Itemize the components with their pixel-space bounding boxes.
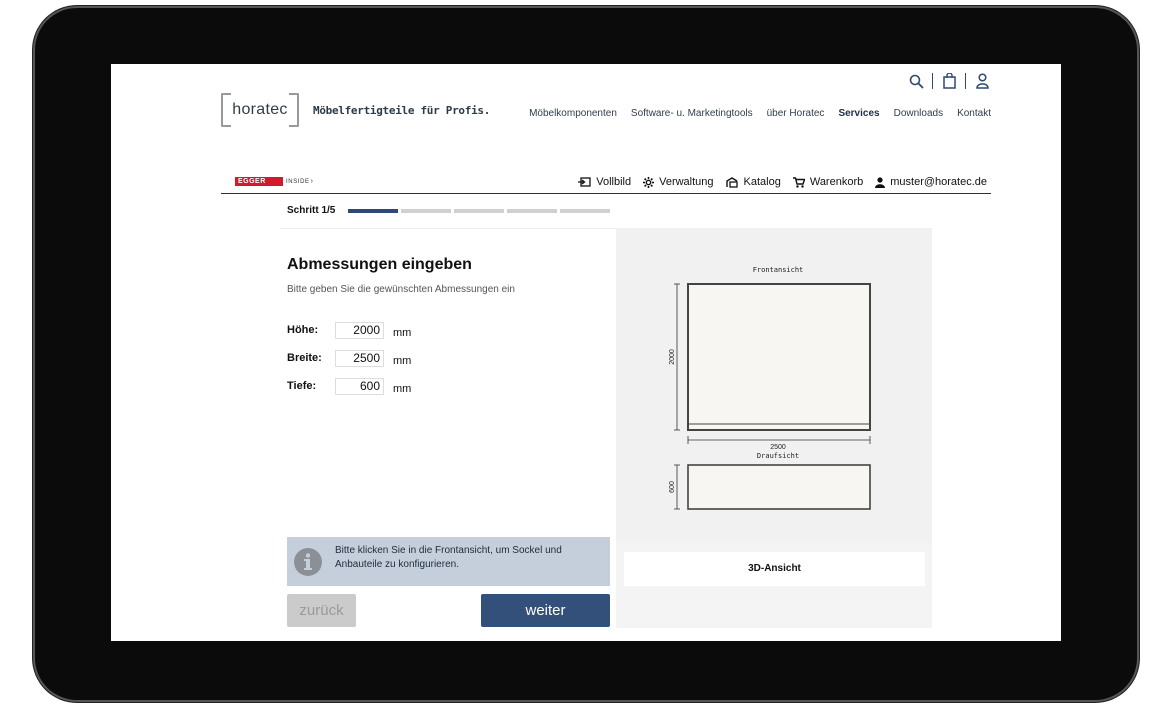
shopping-bag-icon[interactable]: [940, 72, 958, 90]
info-text: Bitte klicken Sie in die Frontansicht, u…: [335, 545, 562, 570]
preview-panel: Frontansicht 2000 2500 Draufsicht 600 3D…: [616, 228, 932, 628]
nav-item-moebelkomponenten[interactable]: Möbelkomponenten: [529, 108, 617, 119]
depth-dimension-label: 600: [669, 481, 676, 493]
nav-item-ueber-horatec[interactable]: über Horatec: [767, 108, 825, 119]
top-view-cabinet: [687, 464, 871, 510]
page-title: Abmessungen eingeben: [287, 256, 472, 273]
brand-name: horatec: [232, 101, 288, 118]
cart-button[interactable]: Warenkorb: [792, 176, 864, 188]
cabinet-preview[interactable]: Frontansicht 2000 2500 Draufsicht 600: [616, 228, 932, 543]
nav-item-downloads[interactable]: Downloads: [894, 108, 943, 119]
egger-logo-text: EGGER: [235, 177, 283, 186]
depth-unit: mm: [393, 383, 412, 395]
chevron-right-icon: ›: [310, 178, 313, 185]
progress-segment: [560, 209, 610, 213]
user-email: muster@horatec.de: [890, 176, 987, 188]
header-divider: [965, 73, 966, 89]
user-icon: [875, 176, 886, 188]
catalog-icon: [725, 177, 738, 188]
top-view-label: Draufsicht: [757, 452, 799, 460]
height-unit: mm: [393, 327, 412, 339]
height-dimension-label: 2000: [669, 349, 676, 365]
info-icon: [294, 548, 322, 576]
step-label: Schritt 1/5: [287, 205, 336, 216]
width-unit: mm: [393, 355, 412, 367]
header-icons: [907, 72, 991, 90]
search-icon[interactable]: [907, 72, 925, 90]
brand-tagline: Möbelfertigteile für Profis.: [313, 103, 491, 117]
toolbar-actions: Vollbild Verwaltung Katalog Warenkorb mu…: [578, 176, 987, 188]
cabinet-drawing: Frontansicht 2000 2500 Draufsicht 600: [669, 266, 871, 510]
app-screen: horatec Möbelfertigteile für Profis. Möb…: [111, 64, 1061, 641]
depth-label: Tiefe:: [287, 380, 317, 392]
back-button[interactable]: zurück: [287, 594, 356, 627]
nav-item-kontakt[interactable]: Kontakt: [957, 108, 991, 119]
catalog-button[interactable]: Katalog: [725, 176, 781, 188]
view-3d-button[interactable]: 3D-Ansicht: [624, 552, 925, 586]
height-label: Höhe:: [287, 324, 319, 336]
cart-label: Warenkorb: [809, 176, 864, 188]
width-dimension-line: [687, 436, 871, 444]
header-divider: [932, 73, 933, 89]
fullscreen-icon: [578, 176, 591, 187]
front-view-label: Frontansicht: [753, 266, 804, 274]
cart-icon: [792, 176, 805, 188]
logo-bracket: horatec: [221, 93, 299, 127]
egger-inside-logo: EGGER INSIDE ›: [235, 177, 313, 186]
site-logo[interactable]: horatec Möbelfertigteile für Profis.: [221, 93, 490, 127]
depth-field-row: Tiefe: 600 mm: [287, 377, 411, 395]
gear-icon: [643, 176, 655, 188]
next-button[interactable]: weiter: [481, 594, 610, 627]
main-nav: Möbelkomponenten Software- u. Marketingt…: [529, 108, 991, 119]
progress-segment: [507, 209, 557, 213]
nav-item-services[interactable]: Services: [838, 108, 879, 119]
fullscreen-label: Vollbild: [596, 176, 632, 188]
egger-inside-text: INSIDE: [286, 178, 310, 185]
step-progress: [348, 209, 610, 213]
progress-segment: [401, 209, 451, 213]
catalog-label: Katalog: [743, 176, 781, 188]
user-icon[interactable]: [973, 72, 991, 90]
admin-label: Verwaltung: [659, 176, 714, 188]
width-input[interactable]: 2500: [335, 349, 384, 367]
progress-segment: [454, 209, 504, 213]
nav-item-software[interactable]: Software- u. Marketingtools: [631, 108, 753, 119]
front-view-cabinet[interactable]: [687, 283, 871, 431]
page-subtitle: Bitte geben Sie die gewünschten Abmessun…: [287, 284, 515, 295]
configurator-toolbar: EGGER INSIDE › Vollbild Verwaltung Katal…: [221, 176, 991, 194]
info-box: Bitte klicken Sie in die Frontansicht, u…: [287, 537, 610, 586]
width-dimension-label: 2500: [770, 444, 786, 451]
progress-segment: [348, 209, 398, 213]
height-field-row: Höhe: 2000 mm: [287, 321, 411, 339]
width-label: Breite:: [287, 352, 322, 364]
fullscreen-button[interactable]: Vollbild: [578, 176, 631, 188]
user-account-button[interactable]: muster@horatec.de: [875, 176, 987, 188]
admin-button[interactable]: Verwaltung: [643, 176, 714, 188]
width-field-row: Breite: 2500 mm: [287, 349, 411, 367]
height-input[interactable]: 2000: [335, 321, 384, 339]
depth-input[interactable]: 600: [335, 377, 384, 395]
